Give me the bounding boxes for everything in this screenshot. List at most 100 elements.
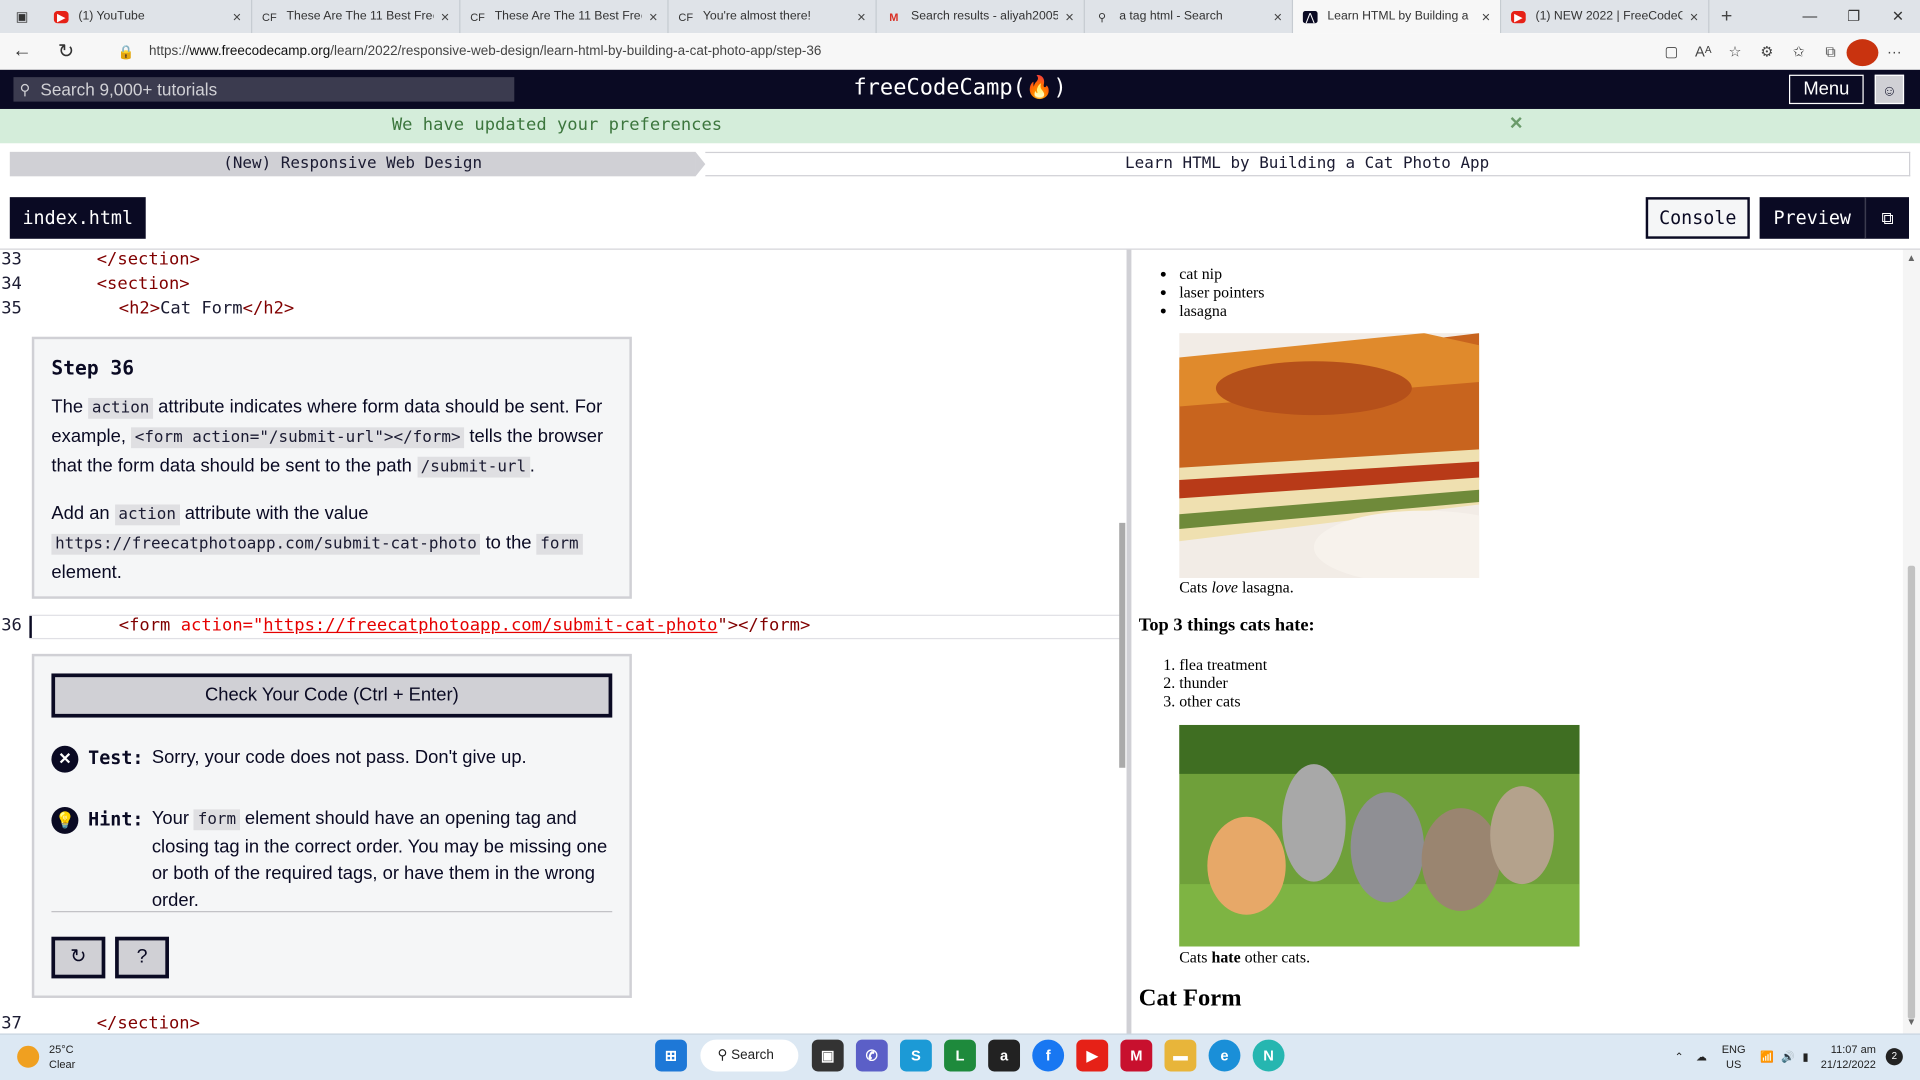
close-window-icon[interactable]: ✕ (1876, 0, 1920, 33)
close-tab-icon[interactable]: × (1065, 8, 1074, 25)
wifi-icon[interactable]: 📶 (1760, 1050, 1774, 1063)
code-editor[interactable]: 33 </section> 34 <section> 35 <h2>Cat Fo… (0, 249, 1127, 1034)
line-number: 33 (1, 249, 22, 270)
language-indicator[interactable]: ENG US (1722, 1042, 1746, 1071)
mcafee-icon[interactable]: M (1120, 1039, 1153, 1072)
breadcrumb-superblock[interactable]: (New) Responsive Web Design (9, 151, 696, 177)
taskbar-search[interactable]: ⚲ Search (700, 1039, 799, 1072)
check-code-button[interactable]: Check Your Code (Ctrl + Enter) (51, 673, 613, 718)
file-tab-index[interactable]: index.html (9, 197, 146, 239)
close-tab-icon[interactable]: × (441, 8, 450, 25)
close-icon[interactable]: × (1510, 110, 1523, 136)
teams-icon[interactable]: ✆ (855, 1039, 888, 1072)
restore-icon[interactable]: ❐ (1832, 0, 1876, 33)
close-tab-icon[interactable]: × (233, 8, 242, 25)
reset-icon: ↻ (70, 946, 87, 968)
browser-tab[interactable]: CF These Are The 11 Best Free × (252, 0, 461, 34)
new-tab-icon[interactable]: + (1709, 6, 1743, 28)
close-tab-icon[interactable]: × (1690, 8, 1699, 25)
menu-button[interactable]: Menu (1788, 74, 1864, 105)
close-tab-icon[interactable]: × (1482, 8, 1491, 25)
scrollbar-thumb[interactable] (1907, 565, 1916, 1019)
read-aloud-icon[interactable]: Aᴬ (1687, 38, 1719, 65)
gutter-marker (29, 615, 32, 638)
system-tray: ⌃ ☁ ENG US 📶 🔊 ▮ 11:07 am 21/12/2022 2 (1675, 1042, 1903, 1071)
step-instruction: Add an action attribute with the value h… (51, 500, 614, 587)
battery-icon[interactable]: ▮ (1802, 1050, 1808, 1063)
step-paragraph: The action attribute indicates where for… (51, 396, 604, 478)
preview-pane: cat nip laser pointers lasagna Cats love… (1131, 249, 1903, 1034)
refresh-icon[interactable]: ↻ (44, 39, 88, 63)
collections-icon[interactable]: ⧉ (1815, 38, 1847, 65)
minimize-icon[interactable]: — (1788, 0, 1832, 33)
extensions-icon[interactable]: ⚙ (1751, 38, 1783, 65)
browser-tab-active[interactable]: ⋀ Learn HTML by Building a × (1293, 0, 1502, 34)
preview-scrollbar[interactable]: ▲ ▼ (1902, 249, 1920, 1034)
test-panel: Check Your Code (Ctrl + Enter) ✕ Test: S… (31, 653, 632, 998)
weather-widget[interactable]: 25°C Clear (17, 1042, 75, 1071)
reset-button[interactable]: ↻ (51, 936, 106, 979)
moon-icon (17, 1045, 40, 1068)
help-icon: ? (136, 946, 148, 968)
youtube-icon: ▶ (53, 10, 69, 23)
close-tab-icon[interactable]: × (1273, 8, 1282, 25)
help-button[interactable]: ? (115, 936, 169, 979)
browser-tab[interactable]: CF These Are The 11 Best Free × (460, 0, 669, 34)
facebook-icon[interactable]: f (1032, 1039, 1065, 1072)
more-icon[interactable]: ··· (1878, 38, 1910, 65)
address-bar-actions: ▢ Aᴬ ☆ ⚙ ✩ ⧉ ··· (1656, 38, 1911, 66)
skype-icon[interactable]: S (900, 1039, 932, 1072)
notification-badge[interactable]: 2 (1885, 1048, 1903, 1066)
preview-button[interactable]: Preview (1759, 197, 1865, 239)
task-view-icon[interactable]: ▣ (811, 1039, 844, 1072)
browser-tab[interactable]: M Search results - aliyah2005 × (877, 0, 1085, 34)
scroll-down-icon[interactable]: ▼ (1907, 1016, 1917, 1027)
divider (51, 911, 613, 913)
volume-icon[interactable]: 🔊 (1781, 1050, 1795, 1063)
console-button[interactable]: Console (1645, 197, 1750, 239)
chevron-up-icon[interactable]: ⌃ (1675, 1050, 1684, 1063)
profile-avatar[interactable] (1846, 38, 1879, 66)
youtube-icon: ▶ (1511, 10, 1526, 23)
form-heading: Cat Form (1138, 984, 1242, 1012)
browser-tab[interactable]: ⚲ a tag html - Search × (1085, 0, 1294, 34)
favorite-icon[interactable]: ☆ (1719, 38, 1751, 65)
url-field[interactable]: 🔒 https://www.freecodecamp.org/learn/202… (103, 38, 1678, 65)
browser-tab[interactable]: CF You're almost there! × (669, 0, 877, 34)
gmail-icon: M (889, 10, 899, 23)
line-number: 35 (1, 298, 22, 319)
app-available-icon[interactable]: ▢ (1656, 38, 1688, 65)
preview-popout-icon[interactable]: ⧉ (1864, 197, 1909, 239)
hate-heading: Top 3 things cats hate: (1138, 615, 1315, 636)
app-l-icon[interactable]: L (944, 1039, 976, 1072)
amazon-icon[interactable]: a (988, 1039, 1021, 1072)
browser-tab-strip: ▣ ▶ (1) YouTube × CF These Are The 11 Best … (0, 0, 1920, 34)
file-explorer-icon[interactable]: ▬ (1164, 1039, 1197, 1072)
user-avatar[interactable]: ☺ (1874, 74, 1905, 105)
start-icon[interactable]: ⊞ (655, 1039, 687, 1072)
browser-tab[interactable]: ▶ (1) NEW 2022 | FreeCodeC × (1501, 0, 1710, 34)
edge-icon[interactable]: e (1208, 1039, 1241, 1072)
code-line[interactable]: </section> (97, 250, 200, 270)
app-n-icon[interactable]: N (1252, 1039, 1285, 1072)
browser-tab[interactable]: ▶ (1) YouTube × (44, 0, 253, 34)
youtube-icon[interactable]: ▶ (1076, 1039, 1109, 1072)
code-line[interactable]: <h2>Cat Form</h2> (119, 299, 294, 319)
fcc-logo[interactable]: freeCodeCamp(🔥) (0, 75, 1920, 101)
onedrive-icon[interactable]: ☁ (1696, 1050, 1707, 1063)
code-line[interactable]: </section> (97, 1014, 200, 1034)
favorites-icon[interactable]: ✩ (1783, 38, 1815, 65)
fail-icon: ✕ (51, 745, 79, 773)
code-line[interactable]: <section> (97, 274, 190, 294)
scroll-up-icon[interactable]: ▲ (1907, 252, 1917, 263)
code-line-active[interactable]: <form action="https://freecatphotoapp.co… (119, 616, 811, 636)
close-tab-icon[interactable]: × (649, 8, 658, 25)
breadcrumb-block[interactable]: Learn HTML by Building a Cat Photo App (705, 151, 1911, 177)
list-item: laser pointers (1179, 283, 1264, 301)
clock[interactable]: 11:07 am 21/12/2022 (1821, 1042, 1876, 1071)
close-tab-icon[interactable]: × (857, 8, 866, 25)
editor-scrollbar[interactable] (1119, 522, 1126, 768)
lock-icon[interactable]: 🔒 (118, 43, 135, 60)
tab-actions-icon[interactable]: ▣ (0, 9, 44, 25)
back-icon[interactable]: ← (0, 40, 44, 62)
